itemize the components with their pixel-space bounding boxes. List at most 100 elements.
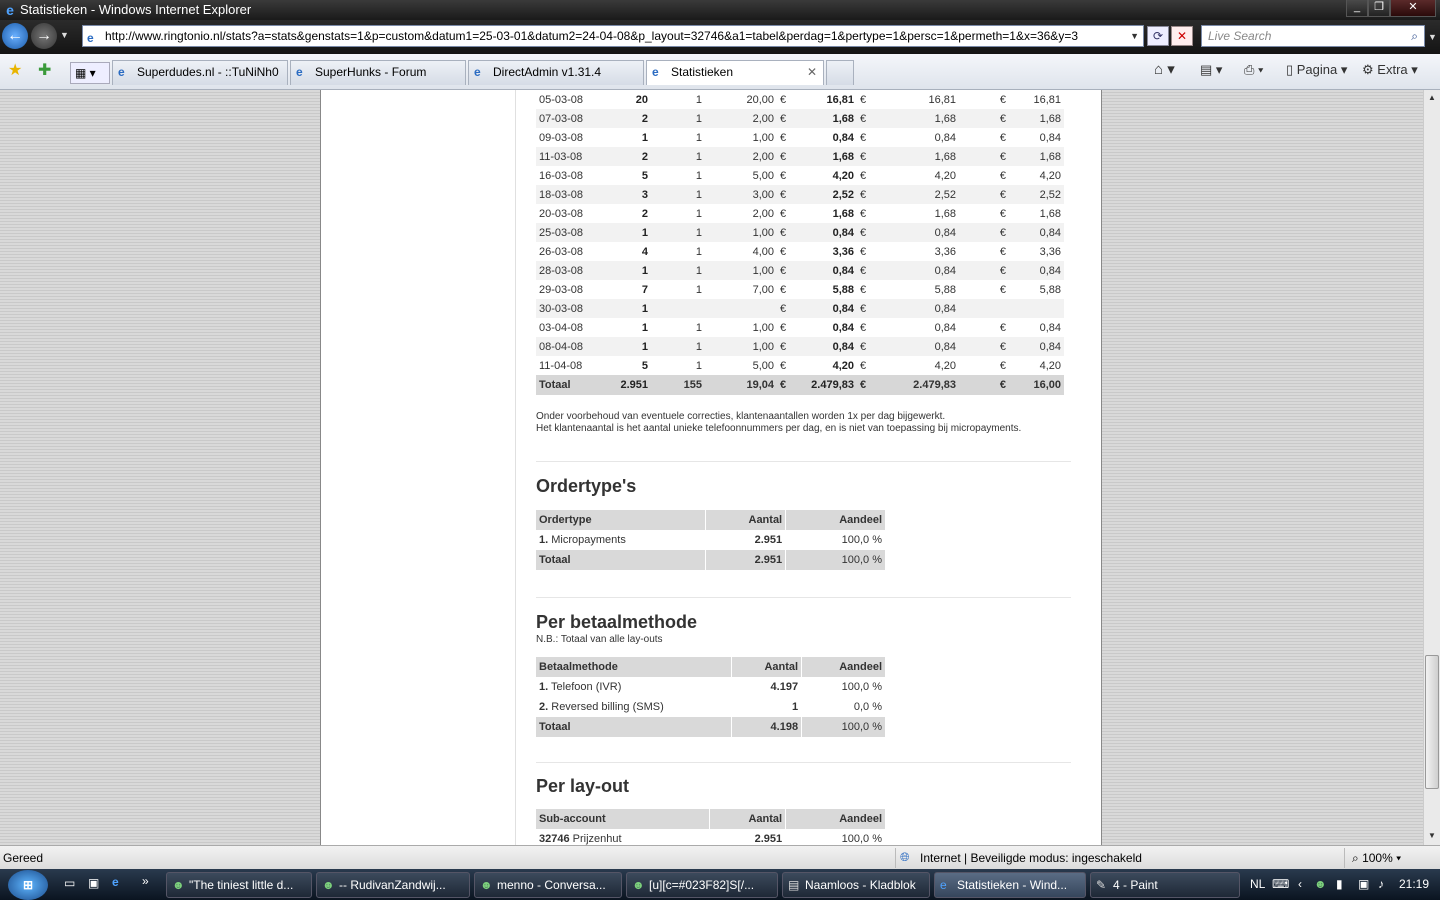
cell-euro: €: [857, 109, 877, 128]
ie-icon: e: [6, 2, 14, 18]
correction-note: Onder voorbehoud van eventuele correctie…: [536, 411, 946, 422]
cell-klanten: 1: [695, 359, 702, 372]
clock[interactable]: 21:19: [1399, 877, 1429, 891]
cell-aantal: 2: [601, 147, 651, 166]
cell-prijs: 2,00: [752, 207, 774, 220]
ie-quicklaunch-icon[interactable]: e: [112, 875, 119, 889]
betaalmethode-table: Betaalmethode Aantal Aandeel 1. Telefoon…: [536, 657, 886, 737]
tab-superhunks[interactable]: e SuperHunks - Forum: [290, 60, 466, 85]
cell-bruto: 0,84: [795, 223, 857, 242]
show-desktop-icon[interactable]: ▭: [64, 876, 75, 890]
feeds-icon[interactable]: ▤ ▾: [1200, 62, 1222, 78]
cell-bruto: 2.479,83: [795, 375, 857, 395]
table-header-row: Sub-account Aantal Aandeel: [536, 809, 886, 829]
language-indicator[interactable]: NL: [1250, 877, 1265, 891]
page-menu[interactable]: ▯ Pagina ▾: [1286, 62, 1347, 78]
volume-icon[interactable]: ♪: [1378, 877, 1384, 891]
scroll-down-icon[interactable]: ▼: [1424, 828, 1440, 844]
taskbar-item-label: Statistieken - Wind...: [957, 878, 1068, 892]
table-row: 1. Telefoon (IVR) 4.197 100,0 %: [536, 677, 886, 697]
taskbar-item-label: [u][c=#023F82]S[/...: [649, 878, 755, 892]
cell-euro: €: [999, 359, 1006, 372]
close-tab-icon[interactable]: ✕: [807, 61, 817, 84]
more-quicklaunch-icon[interactable]: »: [142, 874, 149, 888]
scrollbar-thumb[interactable]: [1425, 655, 1439, 789]
table-row: 20-03-08 2 1 2,00 €1,68 €1,68 €1,68: [536, 204, 1064, 223]
cell-aantal: 1: [641, 321, 648, 334]
cell-prijs: 1,00: [705, 261, 777, 280]
taskbar-item[interactable]: e Statistieken - Wind...: [934, 872, 1086, 898]
taskbar-item[interactable]: ✎ 4 - Paint: [1090, 872, 1240, 898]
maximize-button[interactable]: ❐: [1368, 0, 1390, 17]
switch-windows-icon[interactable]: ▣: [88, 876, 99, 890]
cell-klanten: 1: [651, 337, 705, 356]
address-dropdown-icon[interactable]: ▼: [1130, 26, 1139, 46]
cell-prijs: 2,00: [705, 109, 777, 128]
keyboard-icon[interactable]: ⌨: [1272, 877, 1289, 891]
taskbar-item-label: menno - Conversa...: [497, 878, 606, 892]
tray-expand-icon[interactable]: ‹: [1298, 877, 1302, 891]
cell-date: 30-03-08: [536, 299, 601, 318]
row-number: 32746: [539, 833, 570, 845]
cell-bruto: 16,81: [826, 93, 854, 106]
cell-euro: €: [857, 337, 877, 356]
refresh-button[interactable]: ⟳: [1147, 26, 1169, 46]
taskbar-item[interactable]: ☻ menno - Conversa...: [474, 872, 622, 898]
vertical-scrollbar[interactable]: ▲ ▼: [1423, 90, 1440, 845]
new-tab-button[interactable]: [826, 60, 854, 85]
table-header-row: Betaalmethode Aantal Aandeel: [536, 657, 886, 677]
start-button[interactable]: ⊞: [8, 870, 48, 900]
history-dropdown-icon[interactable]: ▼: [60, 30, 69, 40]
close-window-button[interactable]: ✕: [1390, 0, 1436, 17]
taskbar-item[interactable]: ☻ "The tiniest little d...: [166, 872, 312, 898]
address-bar[interactable]: e http://www.ringtonio.nl/stats?a=stats&…: [82, 25, 1144, 47]
tools-menu[interactable]: ⚙ Extra ▾: [1362, 62, 1418, 78]
cell-euro: €: [860, 93, 867, 106]
address-url: http://www.ringtonio.nl/stats?a=stats&ge…: [105, 29, 1078, 43]
security-zone[interactable]: 🌐︎ Internet | Beveiligde modus: ingescha…: [895, 848, 1345, 868]
tab-superdudes[interactable]: e Superdudes.nl - ::TuNiNh0: [112, 60, 288, 85]
taskbar-item[interactable]: ▤ Naamloos - Kladblok: [782, 872, 930, 898]
cell-euro: €: [780, 131, 787, 144]
scroll-up-icon[interactable]: ▲: [1424, 90, 1440, 106]
cell-prijs: 5,00: [752, 169, 774, 182]
cell-klanten: 1: [695, 169, 702, 182]
messenger-tray-icon[interactable]: ☻: [1314, 877, 1327, 891]
table-row: 05-03-08 20 1 20,00 €16,81 €16,81 €16,81: [536, 90, 1064, 109]
stop-button[interactable]: ✕: [1171, 26, 1193, 46]
cell-aantal: 20: [635, 93, 648, 106]
taskbar-item[interactable]: ☻ [u][c=#023F82]S[/...: [626, 872, 778, 898]
home-icon[interactable]: ⌂ ▾: [1154, 60, 1175, 78]
cell-prijs: 1,00: [752, 131, 774, 144]
cell-euro: €: [780, 245, 787, 258]
signal-tray-icon[interactable]: ▮: [1336, 877, 1343, 891]
cell-klanten: 1: [651, 261, 705, 280]
globe-icon: 🌐︎: [900, 850, 910, 864]
search-input[interactable]: Live Search ⌕: [1201, 25, 1425, 47]
table-row: 26-03-08 4 1 4,00 €3,36 €3,36 €3,36: [536, 242, 1064, 261]
cell-uitbetaald: 16,81: [1033, 93, 1061, 106]
favorites-star-icon[interactable]: ★: [8, 60, 22, 80]
row-name: Reversed billing (SMS): [551, 701, 664, 713]
cell-date: 20-03-08: [539, 207, 584, 220]
taskbar-item[interactable]: ☻ -- RudivanZandwij...: [316, 872, 470, 898]
cell-uitbetaald: 0,84: [1009, 261, 1064, 280]
forward-button[interactable]: →: [31, 23, 57, 49]
table-row: 11-04-08 5 1 5,00 €4,20 €4,20 €4,20: [536, 356, 1064, 375]
cell-euro: €: [999, 93, 1006, 106]
search-options-icon[interactable]: ▼: [1428, 32, 1437, 42]
search-icon[interactable]: ⌕: [1411, 26, 1418, 46]
total-label: Totaal: [536, 717, 733, 737]
tab-directadmin[interactable]: e DirectAdmin v1.31.4: [468, 60, 644, 85]
tab-statistieken[interactable]: e Statistieken ✕: [646, 60, 824, 85]
network-tray-icon[interactable]: ▣: [1358, 877, 1369, 891]
zoom-control[interactable]: ⌕ 100% ▾: [1352, 851, 1401, 866]
back-button[interactable]: ←: [2, 23, 28, 49]
quick-tabs-button[interactable]: ▦ ▾: [70, 62, 110, 84]
table-row: 16-03-08 5 1 5,00 €4,20 €4,20 €4,20: [536, 166, 1064, 185]
print-icon[interactable]: ⎙ ▾: [1244, 62, 1263, 78]
minimize-button[interactable]: _: [1346, 0, 1368, 17]
add-favorites-icon[interactable]: ✚: [38, 60, 51, 80]
cell-klanten: 1: [695, 321, 702, 334]
cell-aantal: 1: [601, 337, 651, 356]
